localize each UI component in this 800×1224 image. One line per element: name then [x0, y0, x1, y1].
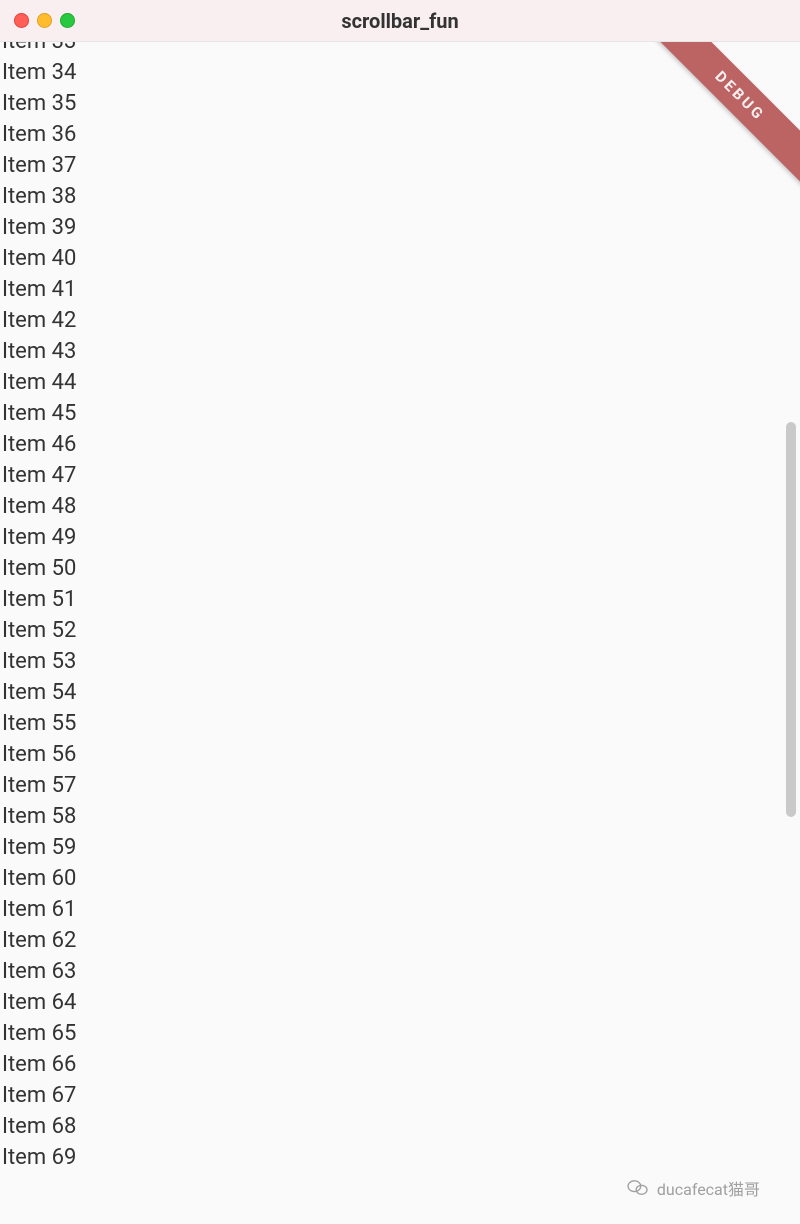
list-item: Item 34	[0, 57, 800, 88]
list-item: Item 39	[0, 212, 800, 243]
list-item: Item 60	[0, 863, 800, 894]
list-item: Item 49	[0, 522, 800, 553]
list-item: Item 45	[0, 398, 800, 429]
list-item: Item 62	[0, 925, 800, 956]
list-item: Item 65	[0, 1018, 800, 1049]
minimize-button[interactable]	[37, 13, 52, 28]
list-item: Item 64	[0, 987, 800, 1018]
content-area[interactable]: Item 33 Item 34 Item 35 Item 36 Item 37 …	[0, 42, 800, 1224]
list-item: Item 58	[0, 801, 800, 832]
list-item: Item 47	[0, 460, 800, 491]
list-item: Item 42	[0, 305, 800, 336]
list-item: Item 53	[0, 646, 800, 677]
list-item: Item 35	[0, 88, 800, 119]
scrollbar-thumb[interactable]	[786, 422, 796, 817]
list-item: Item 50	[0, 553, 800, 584]
list-item: Item 57	[0, 770, 800, 801]
wechat-icon	[627, 1177, 649, 1199]
list-item: Item 68	[0, 1111, 800, 1142]
list-item: Item 55	[0, 708, 800, 739]
list-item: Item 69	[0, 1142, 800, 1173]
list-item: Item 54	[0, 677, 800, 708]
list-item: Item 61	[0, 894, 800, 925]
list-container: Item 33 Item 34 Item 35 Item 36 Item 37 …	[0, 42, 800, 1173]
list-item: Item 40	[0, 243, 800, 274]
maximize-button[interactable]	[60, 13, 75, 28]
list-item: Item 46	[0, 429, 800, 460]
list-item: Item 44	[0, 367, 800, 398]
list-item: Item 67	[0, 1080, 800, 1111]
watermark: ducafecat猫哥	[627, 1176, 760, 1200]
list-item: Item 43	[0, 336, 800, 367]
list-item: Item 59	[0, 832, 800, 863]
list-item: Item 48	[0, 491, 800, 522]
list-item: Item 63	[0, 956, 800, 987]
list-item: Item 41	[0, 274, 800, 305]
list-item: Item 52	[0, 615, 800, 646]
scrollbar-track[interactable]	[786, 42, 796, 1224]
close-button[interactable]	[14, 13, 29, 28]
list-item: Item 56	[0, 739, 800, 770]
watermark-text: ducafecat猫哥	[657, 1176, 760, 1200]
window-titlebar: scrollbar_fun	[0, 0, 800, 42]
list-item: Item 51	[0, 584, 800, 615]
list-item: Item 33	[0, 42, 800, 57]
traffic-lights	[14, 13, 75, 28]
window-title: scrollbar_fun	[0, 9, 800, 33]
list-item: Item 36	[0, 119, 800, 150]
list-item: Item 66	[0, 1049, 800, 1080]
list-item: Item 38	[0, 181, 800, 212]
list-item: Item 37	[0, 150, 800, 181]
